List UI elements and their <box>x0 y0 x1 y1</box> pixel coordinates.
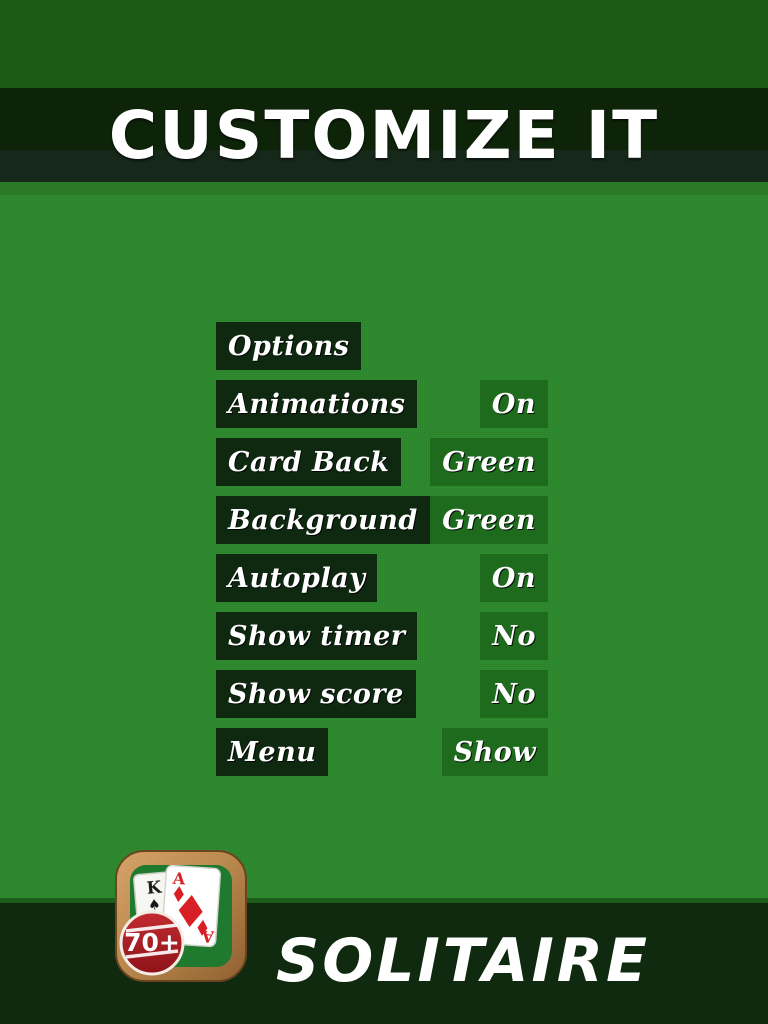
menu-value-text: On <box>491 562 536 594</box>
menu-label-show-timer[interactable]: Show timer <box>216 612 418 660</box>
menu-row-show-score[interactable]: Show score No <box>216 670 548 718</box>
menu-label-text: Show score <box>228 678 404 710</box>
brand-title: SOLITAIRE <box>276 925 696 997</box>
page-title: CUSTOMIZE IT <box>108 96 660 174</box>
menu-row-autoplay[interactable]: Autoplay On <box>216 554 548 602</box>
menu-value-text: No <box>492 678 536 710</box>
menu-label-text: Show timer <box>228 620 406 652</box>
menu-value-animations[interactable]: On <box>479 380 548 428</box>
menu-value-card-back[interactable]: Green <box>430 438 548 486</box>
menu-value-show-timer[interactable]: No <box>480 612 548 660</box>
svg-text:A: A <box>171 869 186 889</box>
background-band-top <box>0 0 768 88</box>
menu-value-background[interactable]: Green <box>430 496 548 544</box>
menu-label-card-back[interactable]: Card Back <box>216 438 402 486</box>
menu-row-show-timer[interactable]: Show timer No <box>216 612 548 660</box>
menu-label-text: Animations <box>228 388 406 420</box>
menu-label-text: Menu <box>228 736 317 768</box>
svg-text:A: A <box>200 927 215 947</box>
menu-value-text: No <box>492 620 536 652</box>
badge-70-plus: 70+ <box>119 910 185 976</box>
options-header-label: Options <box>228 330 350 362</box>
badge-text: 70+ <box>124 928 180 957</box>
header-band-edge <box>0 182 768 195</box>
menu-label-text: Background <box>228 504 418 536</box>
menu-value-menu[interactable]: Show <box>441 728 548 776</box>
menu-label-animations[interactable]: Animations <box>216 380 418 428</box>
menu-row-background[interactable]: Background Green <box>216 496 548 544</box>
menu-value-show-score[interactable]: No <box>480 670 548 718</box>
brand-title-text: SOLITAIRE <box>276 926 650 996</box>
menu-label-autoplay[interactable]: Autoplay <box>216 554 378 602</box>
options-menu: Options Animations On Card Back Green Ba… <box>216 322 548 786</box>
menu-value-text: Green <box>442 504 536 536</box>
menu-label-show-score[interactable]: Show score <box>216 670 416 718</box>
app-icon[interactable]: K ♠ A A 70+ <box>104 843 256 995</box>
menu-row-menu[interactable]: Menu Show <box>216 728 548 776</box>
menu-value-autoplay[interactable]: On <box>479 554 548 602</box>
options-menu-header: Options <box>216 322 548 370</box>
menu-label-text: Card Back <box>228 446 390 478</box>
menu-row-animations[interactable]: Animations On <box>216 380 548 428</box>
menu-value-text: On <box>491 388 536 420</box>
menu-label-text: Autoplay <box>228 562 366 594</box>
game-screen: CUSTOMIZE IT Options Animations On Card … <box>0 0 768 1024</box>
menu-label-menu[interactable]: Menu <box>216 728 329 776</box>
menu-row-card-back[interactable]: Card Back Green <box>216 438 548 486</box>
menu-value-text: Show <box>453 736 536 768</box>
menu-value-text: Green <box>442 446 536 478</box>
options-header-box: Options <box>216 322 362 370</box>
menu-label-background[interactable]: Background <box>216 496 430 544</box>
